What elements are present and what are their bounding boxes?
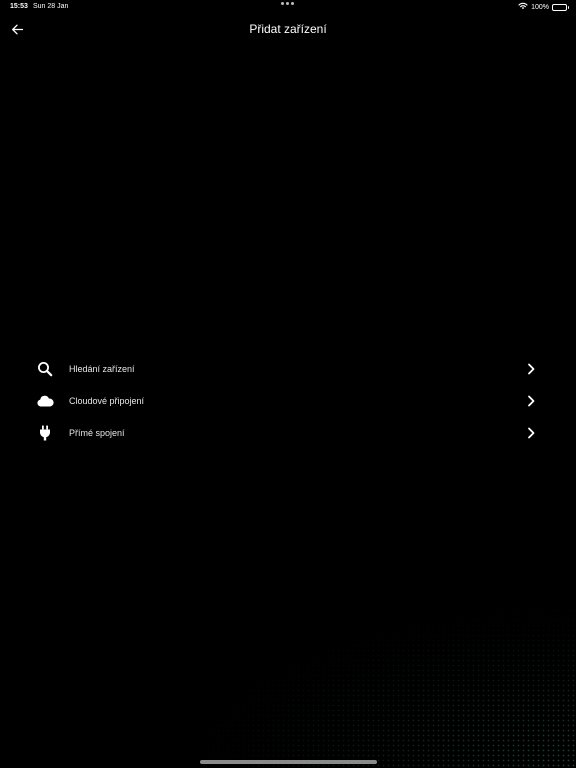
menu-item-label: Hledání zařízení (69, 364, 135, 374)
search-icon (36, 360, 54, 378)
wifi-icon (518, 2, 528, 12)
status-time: 15:53 (10, 3, 28, 10)
page-title: Přidat zařízení (249, 22, 327, 36)
menu-item-direct-connection[interactable]: Přímé spojení (0, 417, 576, 449)
background-dot-pattern (196, 608, 576, 768)
plug-icon (36, 424, 54, 442)
chevron-right-icon (524, 426, 538, 440)
cloud-icon (36, 392, 54, 410)
chevron-right-icon (524, 394, 538, 408)
battery-percent: 100% (531, 3, 549, 11)
navigation-bar: Přidat zařízení (0, 14, 576, 44)
battery-icon (552, 3, 569, 11)
home-indicator[interactable] (200, 760, 377, 764)
status-bar: 15:53 Sun 28 Jan 100% (0, 0, 576, 14)
status-indicators: 100% (518, 2, 569, 12)
connection-method-list: Hledání zařízení Cloudové připojení Přím… (0, 353, 576, 449)
menu-item-label: Přímé spojení (69, 428, 125, 438)
multitasking-dots-icon[interactable] (281, 2, 294, 5)
menu-item-cloud-connection[interactable]: Cloudové připojení (0, 385, 576, 417)
menu-item-label: Cloudové připojení (69, 396, 145, 406)
menu-item-device-search[interactable]: Hledání zařízení (0, 353, 576, 385)
add-device-screen: 15:53 Sun 28 Jan 100% Přidat zařízení Hl… (0, 0, 576, 768)
status-date: Sun 28 Jan (33, 3, 69, 10)
chevron-right-icon (524, 362, 538, 376)
